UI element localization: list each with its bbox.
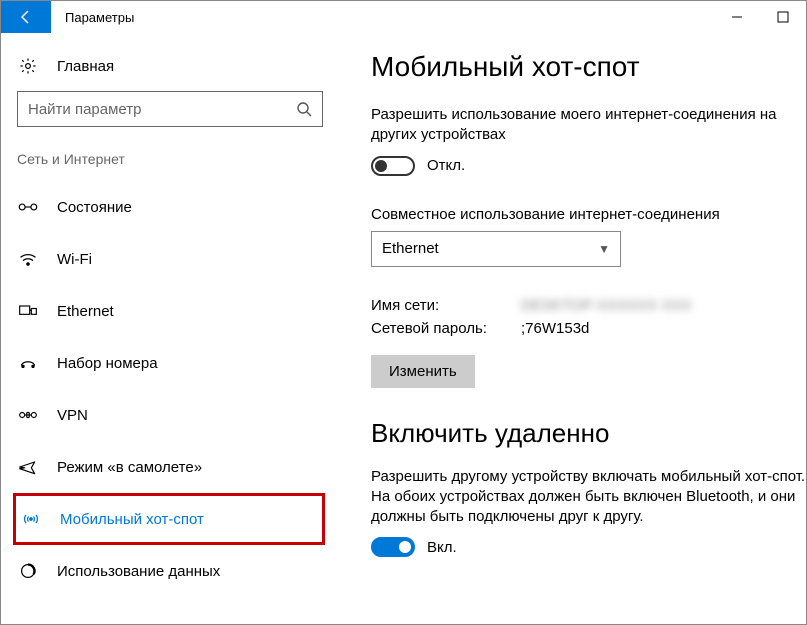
remote-toggle[interactable]: Вкл. — [371, 537, 806, 557]
connection-dropdown[interactable]: Ethernet ▼ — [371, 231, 621, 267]
home-button[interactable]: Главная — [9, 47, 333, 85]
dialup-icon — [17, 355, 39, 371]
sidebar-item-dialup[interactable]: Набор номера — [9, 337, 333, 389]
sidebar-item-wifi[interactable]: Wi-Fi — [9, 233, 333, 285]
change-button[interactable]: Изменить — [371, 355, 475, 388]
page-title: Мобильный хот-спот — [371, 51, 806, 83]
chevron-down-icon: ▼ — [598, 242, 610, 256]
sidebar-item-label: Мобильный хот-спот — [60, 511, 204, 528]
sidebar-item-label: Состояние — [57, 199, 132, 216]
sidebar-item-label: Набор номера — [57, 355, 158, 372]
change-button-label: Изменить — [389, 363, 457, 380]
sidebar-item-label: Режим «в самолете» — [57, 459, 202, 476]
toggle-off-icon — [371, 156, 415, 176]
search-box[interactable] — [17, 91, 323, 127]
sidebar-item-label: Ethernet — [57, 303, 114, 320]
share-description: Разрешить использование моего интернет-с… — [371, 105, 806, 146]
vpn-icon — [17, 407, 39, 423]
sidebar-item-label: Использование данных — [57, 563, 220, 580]
sidebar-item-label: Wi-Fi — [57, 251, 92, 268]
wifi-icon — [17, 251, 39, 267]
remote-description: Разрешить другому устройству включать мо… — [371, 467, 806, 528]
search-icon — [286, 101, 322, 117]
status-icon — [17, 199, 39, 215]
network-password-label: Сетевой пароль: — [371, 320, 521, 337]
sidebar-item-ethernet[interactable]: Ethernet — [9, 285, 333, 337]
remote-toggle-label: Вкл. — [427, 539, 457, 556]
gear-icon — [17, 57, 39, 75]
sidebar-item-airplane[interactable]: Режим «в самолете» — [9, 441, 333, 493]
search-input[interactable] — [18, 101, 286, 118]
window-title: Параметры — [51, 1, 714, 33]
ethernet-icon — [17, 303, 39, 319]
sidebar-item-status[interactable]: Состояние — [9, 181, 333, 233]
network-name-label: Имя сети: — [371, 297, 521, 314]
minimize-button[interactable] — [714, 1, 760, 33]
network-password-value: ;76W153d — [521, 320, 589, 337]
sidebar-item-hotspot[interactable]: Мобильный хот-спот — [20, 511, 322, 528]
remote-section-title: Включить удаленно — [371, 418, 806, 449]
connection-selected-value: Ethernet — [382, 240, 439, 257]
share-toggle[interactable]: Откл. — [371, 156, 806, 176]
maximize-button[interactable] — [760, 1, 806, 33]
hotspot-icon — [20, 511, 42, 527]
sidebar-item-label: VPN — [57, 407, 88, 424]
airplane-icon — [17, 459, 39, 475]
data-usage-icon — [17, 563, 39, 579]
category-header: Сеть и Интернет — [9, 151, 333, 181]
sidebar-item-datausage[interactable]: Использование данных — [9, 545, 333, 597]
highlighted-item: Мобильный хот-спот — [13, 493, 325, 545]
share-toggle-label: Откл. — [427, 157, 465, 174]
sidebar-item-vpn[interactable]: VPN — [9, 389, 333, 441]
connection-label: Совместное использование интернет-соедин… — [371, 206, 806, 223]
network-name-value: DESKTOP-XXXXXX XXX — [521, 297, 692, 314]
toggle-on-icon — [371, 537, 415, 557]
back-button[interactable] — [1, 1, 51, 33]
home-label: Главная — [57, 58, 114, 75]
